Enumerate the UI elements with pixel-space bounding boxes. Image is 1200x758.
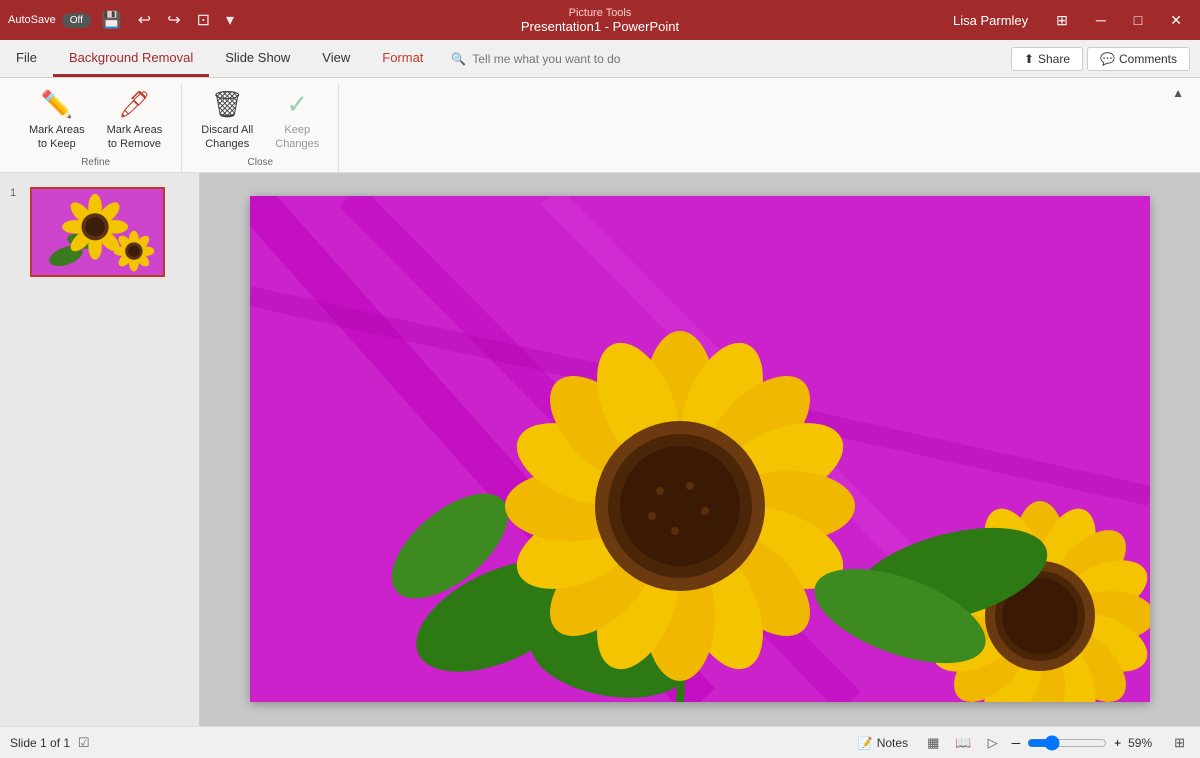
pencil-minus-icon: 🖊	[118, 89, 151, 120]
slide-thumbnail-1[interactable]	[30, 187, 165, 277]
undo-button[interactable]: ↩	[133, 7, 156, 33]
zoom-level: 59%	[1128, 736, 1163, 750]
close-button[interactable]: ✕	[1160, 8, 1192, 33]
picture-tools-label: Picture Tools	[569, 7, 632, 19]
customize-button[interactable]: ▾	[221, 7, 239, 33]
discard-all-button[interactable]: 🗑 Discard AllChanges	[192, 84, 262, 157]
zoom-out-icon[interactable]: ─	[1009, 733, 1024, 753]
accessibility-icon: ☑	[78, 735, 90, 751]
slide-count-label: Slide 1 of 1	[10, 736, 70, 750]
autosave-label: AutoSave	[8, 14, 56, 26]
tab-bar: File Background Removal Slide Show View …	[0, 40, 1200, 78]
slide-info: Slide 1 of 1 ☑	[10, 735, 850, 751]
share-icon: ⬆	[1024, 52, 1034, 66]
tab-file[interactable]: File	[0, 40, 53, 77]
app-title: Presentation1 - PowerPoint	[521, 19, 679, 34]
search-icon: 🔍	[451, 52, 466, 66]
keep-changes-button[interactable]: ✓ KeepChanges	[266, 84, 328, 157]
tab-view[interactable]: View	[306, 40, 366, 77]
share-button[interactable]: ⬆ Share	[1011, 47, 1083, 71]
notes-icon: 📝	[858, 736, 873, 750]
search-input[interactable]	[472, 52, 692, 66]
status-right: 📝 Notes ▦ 📖 ▷ ─ + 59% ⊞	[850, 732, 1190, 754]
presentation-view-button[interactable]: ▷	[983, 732, 1003, 754]
mark-areas-keep-button[interactable]: ✏️ Mark Areasto Keep	[20, 84, 94, 157]
slide-panel: 1	[0, 173, 200, 726]
comments-button[interactable]: 💬 Comments	[1087, 47, 1190, 71]
zoom-slider[interactable]	[1027, 735, 1107, 751]
slide-item-1[interactable]: 1	[6, 183, 193, 281]
tab-background-removal[interactable]: Background Removal	[53, 40, 209, 77]
main-content: 1	[0, 173, 1200, 726]
autosave-toggle[interactable]: Off	[62, 13, 91, 28]
comment-icon: 💬	[1100, 52, 1115, 66]
tab-slide-show[interactable]: Slide Show	[209, 40, 306, 77]
trash-icon: 🗑	[211, 89, 244, 120]
save-button[interactable]: 💾	[97, 7, 127, 33]
ribbon-collapse-button[interactable]: ▲	[1166, 84, 1190, 102]
presentation-mode-button[interactable]: ⊡	[192, 7, 215, 33]
slide-view-button[interactable]: ▦	[922, 732, 944, 754]
reading-view-button[interactable]: 📖	[950, 732, 976, 754]
ribbon-group-refine: ✏️ Mark Areasto Keep 🖊 Mark Areasto Remo…	[10, 84, 182, 172]
mark-areas-remove-button[interactable]: 🖊 Mark Areasto Remove	[98, 84, 172, 157]
ribbon-group-close: 🗑 Discard AllChanges ✓ KeepChanges Close	[182, 84, 339, 172]
tab-format[interactable]: Format	[366, 40, 439, 77]
maximize-button[interactable]: □	[1124, 8, 1152, 32]
pencil-plus-icon: ✏️	[41, 89, 73, 120]
title-bar: AutoSave Off 💾 ↩ ↪ ⊡ ▾ Picture Tools Pre…	[0, 0, 1200, 40]
user-name: Lisa Parmley	[953, 13, 1028, 28]
slide-number-1: 1	[10, 187, 24, 199]
help-button[interactable]: ⊞	[1046, 8, 1078, 33]
redo-button[interactable]: ↪	[162, 7, 185, 33]
slide-canvas[interactable]	[250, 196, 1150, 702]
ribbon: ✏️ Mark Areasto Keep 🖊 Mark Areasto Remo…	[0, 78, 1200, 173]
zoom-in-icon[interactable]: +	[1111, 733, 1124, 753]
status-bar: Slide 1 of 1 ☑ 📝 Notes ▦ 📖 ▷ ─ + 59% ⊞	[0, 726, 1200, 758]
refine-label: Refine	[81, 157, 110, 172]
notes-button[interactable]: 📝 Notes	[850, 732, 916, 754]
canvas-area	[200, 173, 1200, 726]
fit-slide-button[interactable]: ⊞	[1169, 732, 1190, 754]
checkmark-icon: ✓	[286, 89, 308, 120]
search-bar: 🔍	[439, 40, 1011, 77]
close-label: Close	[248, 157, 274, 172]
zoom-control: ─ + 59%	[1009, 733, 1164, 753]
minimize-button[interactable]: ─	[1086, 8, 1116, 32]
